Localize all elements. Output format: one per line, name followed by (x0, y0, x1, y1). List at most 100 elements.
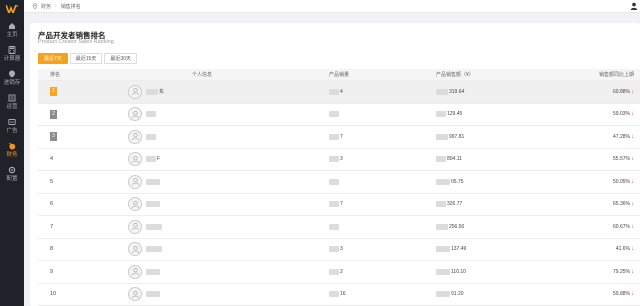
avatar-icon (128, 219, 142, 234)
top-bar: 财务 › 销售排名 (24, 0, 640, 13)
redacted-amount (436, 246, 450, 253)
tab-last-7-days[interactable]: 最近7天 (38, 53, 68, 64)
yoy-ratio-value: 60.67% (613, 223, 630, 230)
table-row[interactable]: 4 F 3 804.11 55.57% ↓ (38, 148, 640, 171)
avatar-icon (128, 107, 142, 122)
cell-rank: 3 (38, 132, 114, 142)
cell-rank: 9 (38, 269, 114, 275)
user-name: F (157, 156, 161, 163)
rank-number: 9 (50, 268, 54, 275)
cell-rank: 5 (38, 179, 114, 185)
rank-number: 4 (50, 156, 54, 163)
table-row[interactable]: 5 05.75 50.05% ↓ (38, 171, 640, 194)
sales-amount: 319.64 (449, 88, 465, 95)
yoy-ratio-value: 60.88% (613, 88, 630, 95)
arrow-down-icon: ↓ (631, 133, 634, 140)
sales-amount: 137.49 (451, 246, 467, 253)
cell-sales-count: 3 (324, 246, 429, 253)
tab-last-15-days[interactable]: 最近15天 (69, 53, 103, 64)
settings-icon (8, 166, 16, 174)
sidebar-item-home[interactable]: 主页 (0, 18, 24, 42)
sidebar-item-label: 进销存 (3, 80, 21, 86)
table-row[interactable]: 9 2 110.10 79.25% ↓ (38, 261, 640, 284)
redacted-amount (436, 88, 448, 95)
redacted-name (146, 111, 156, 118)
table-row[interactable]: 2 129.45 59.03% ↓ (38, 103, 640, 126)
sales-count: 16 (340, 291, 346, 298)
sales-count: 3 (340, 156, 343, 163)
ads-icon (8, 118, 16, 126)
rank-number: 8 (50, 246, 54, 253)
sidebar-item-ads[interactable]: 广告 (0, 114, 24, 138)
arrow-down-icon: ↓ (631, 223, 634, 230)
table-row[interactable]: 1 东 4 319.64 60.88% ↓ (38, 81, 640, 104)
redacted-name (146, 133, 156, 140)
sales-amount: 256.50 (449, 223, 465, 230)
table-row[interactable]: 7 256.50 60.67% ↓ (38, 216, 640, 239)
cell-sales-count: 3 (324, 156, 429, 163)
cell-sales-count (324, 111, 429, 118)
cell-yoy-ratio: 60.67% ↓ (594, 224, 640, 230)
arrow-down-icon: ↓ (631, 291, 634, 298)
sales-count: 7 (340, 201, 343, 208)
avatar-icon (128, 242, 142, 257)
table-row[interactable]: 10 16 91.20 59.88% ↓ (38, 283, 640, 306)
cell-sales-count: 7 (324, 133, 429, 140)
table-row[interactable]: 8 3 137.49 41.6% ↓ (38, 238, 640, 261)
table-row[interactable]: 3 7 997.81 47.28% ↓ (38, 126, 640, 149)
sidebar-item-operations[interactable]: 运营 (0, 90, 24, 114)
arrow-down-icon: ↓ (631, 88, 634, 95)
cell-personal-info (114, 107, 324, 122)
cell-sales-amount: 319.64 (429, 88, 594, 95)
redacted-name (146, 268, 160, 275)
cell-yoy-ratio: 65.36% ↓ (594, 201, 640, 207)
sidebar-item-calculator[interactable]: 计算器 (0, 42, 24, 66)
app-logo[interactable] (0, 0, 24, 18)
yoy-ratio-value: 47.28% (613, 133, 630, 140)
redacted-name (146, 246, 162, 253)
cell-sales-amount: 05.75 (429, 178, 594, 185)
avatar-icon (128, 84, 142, 99)
cell-rank: 4 (38, 156, 114, 162)
sales-count: 7 (340, 133, 343, 140)
cell-personal-info (114, 287, 324, 302)
tab-last-30-days[interactable]: 最近30天 (104, 53, 137, 64)
sales-ranking-card: 产品开发者销售排名 Product Creator Sales Ranking … (30, 23, 640, 306)
yoy-ratio-value: 41.6% (615, 246, 630, 253)
redacted-name (146, 291, 160, 298)
redacted-amount (436, 111, 446, 118)
cell-sales-amount: 110.10 (429, 268, 594, 275)
redacted-count (329, 268, 339, 275)
rank-medal-icon: 2 (50, 109, 57, 119)
avatar-icon (128, 129, 142, 144)
sales-amount: 326.77 (447, 201, 463, 208)
cell-personal-info (114, 174, 324, 189)
user-menu-icon[interactable] (630, 2, 638, 10)
redacted-amount (436, 268, 450, 275)
breadcrumb-finance[interactable]: 财务 (41, 3, 51, 10)
yoy-ratio-value: 79.25% (613, 268, 630, 275)
table-row[interactable]: 6 7 326.77 65.36% ↓ (38, 193, 640, 216)
sales-count: 4 (340, 88, 343, 95)
rank-medal-icon: 3 (50, 132, 57, 142)
cell-personal-info (114, 129, 324, 144)
sales-amount: 129.45 (447, 111, 463, 118)
cell-yoy-ratio: 59.88% ↓ (594, 291, 640, 297)
sales-amount: 804.11 (447, 156, 462, 163)
sidebar-item-finance[interactable]: 财务 (0, 138, 24, 162)
cell-personal-info: F (114, 152, 324, 167)
cell-sales-count: 16 (324, 291, 429, 298)
sidebar-item-settings[interactable]: 配置 (0, 162, 24, 186)
redacted-count (329, 223, 339, 230)
cell-personal-info (114, 242, 324, 257)
sidebar-item-label: 主页 (6, 32, 18, 38)
table-body: 1 东 4 319.64 60.88% ↓ 2 129.45 59.03% ↓ 3 7 997.81 47… (38, 81, 640, 306)
sidebar-item-inventory[interactable]: 进销存 (0, 66, 24, 90)
sales-count: 3 (340, 246, 343, 253)
cell-personal-info: 东 (114, 84, 324, 99)
cell-sales-amount: 137.49 (429, 246, 594, 253)
sidebar: 主页计算器进销存运营 广告 财务 配置 (0, 0, 24, 306)
cell-yoy-ratio: 79.25% ↓ (594, 269, 640, 275)
cell-yoy-ratio: 60.88% ↓ (594, 89, 640, 95)
cell-yoy-ratio: 55.57% ↓ (594, 156, 640, 162)
